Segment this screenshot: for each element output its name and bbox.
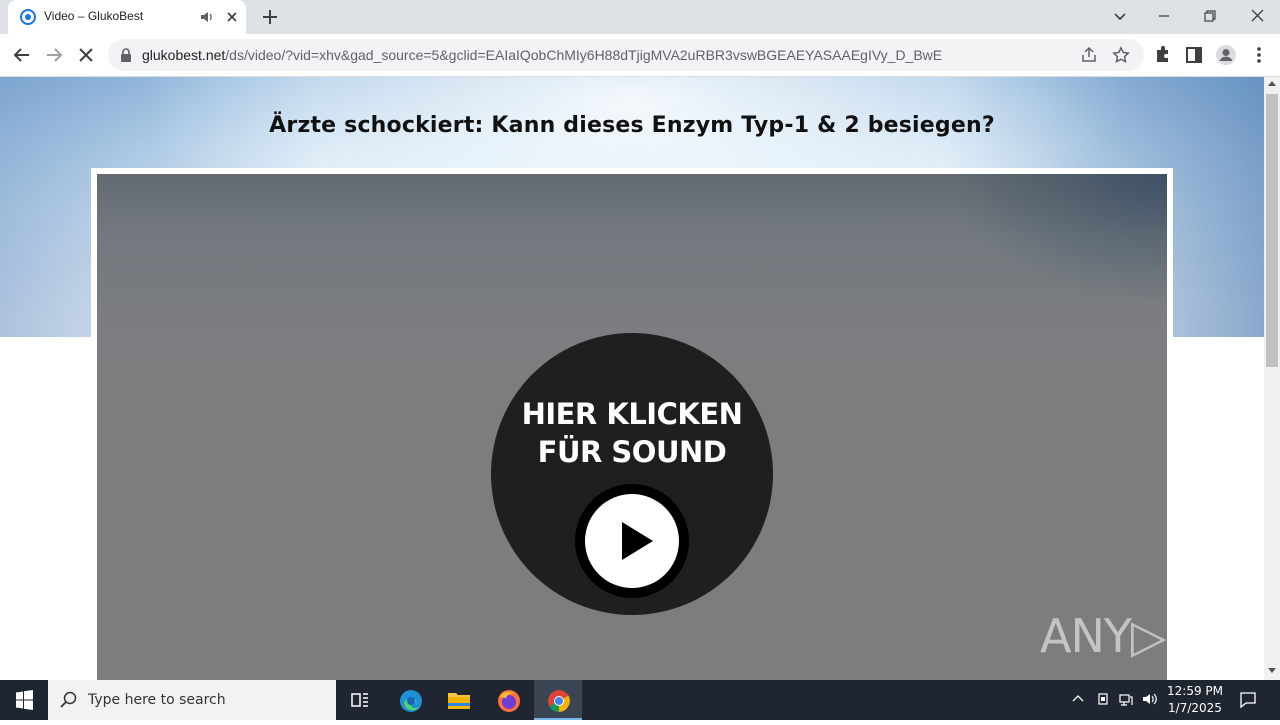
- page-headline: Ärzte schockiert: Kann dieses Enzym Typ-…: [269, 113, 995, 138]
- search-icon: [60, 691, 77, 708]
- menu-icon[interactable]: [1248, 44, 1270, 66]
- play-button[interactable]: [575, 484, 689, 598]
- extensions-icon[interactable]: [1151, 44, 1173, 66]
- profile-icon[interactable]: [1215, 44, 1237, 66]
- clock-time: 12:59 PM: [1167, 684, 1223, 698]
- clock-date: 1/7/2025: [1168, 701, 1222, 715]
- tab-title: Video – GlukoBest: [44, 9, 144, 23]
- taskview-icon: [351, 693, 368, 707]
- video-player[interactable]: HIER KLICKEN FÜR SOUND: [97, 174, 1167, 680]
- anyrun-watermark: ANY▷RUN: [1040, 609, 1263, 663]
- star-icon[interactable]: [1112, 46, 1130, 64]
- chevron-up-icon[interactable]: [1070, 691, 1086, 707]
- explorer-icon: [448, 693, 470, 709]
- windows-taskbar: Type here to search 12:59 PM 1/7/2025: [0, 680, 1280, 720]
- edge-button[interactable]: [386, 680, 434, 720]
- scroll-down-arrow-icon[interactable]: [1268, 668, 1276, 673]
- windows-icon: [16, 690, 33, 710]
- scroll-thumb[interactable]: [1266, 94, 1278, 367]
- restore-icon[interactable]: [1198, 5, 1222, 27]
- close-icon[interactable]: [224, 9, 240, 25]
- speaker-icon[interactable]: [200, 9, 214, 25]
- search-placeholder: Type here to search: [88, 692, 226, 708]
- file-explorer-button[interactable]: [434, 680, 482, 720]
- taskbar-clock[interactable]: 12:59 PM 1/7/2025: [1162, 683, 1228, 717]
- share-icon[interactable]: [1080, 46, 1098, 64]
- firefox-icon: [498, 690, 520, 712]
- sound-label-line1: HIER KLICKEN: [521, 397, 743, 431]
- page-viewport: Ärzte schockiert: Kann dieses Enzym Typ-…: [0, 77, 1264, 680]
- scroll-up-arrow-icon[interactable]: [1268, 81, 1276, 86]
- video-frame: HIER KLICKEN FÜR SOUND: [91, 168, 1173, 680]
- sound-label: HIER KLICKEN FÜR SOUND: [491, 395, 773, 471]
- tab-strip: Video – GlukoBest: [0, 0, 1280, 34]
- lock-icon[interactable]: [120, 48, 132, 62]
- tab-video-glukobest[interactable]: Video – GlukoBest: [8, 0, 246, 34]
- url-host: glukobest.net: [142, 47, 226, 63]
- edge-icon: [400, 690, 422, 712]
- address-bar[interactable]: glukobest.net/ds/video/?vid=xhv&gad_sour…: [108, 39, 1144, 71]
- play-button-face: [585, 494, 679, 588]
- chrome-button[interactable]: [534, 680, 582, 720]
- start-button[interactable]: [0, 680, 48, 720]
- play-icon: [622, 522, 653, 560]
- sound-label-line2: FÜR SOUND: [537, 435, 727, 469]
- stop-icon[interactable]: [75, 44, 97, 66]
- window-close-icon[interactable]: [1245, 5, 1269, 27]
- url-text[interactable]: glukobest.net/ds/video/?vid=xhv&gad_sour…: [142, 47, 942, 63]
- firefox-button[interactable]: [484, 680, 532, 720]
- sidepanel-icon[interactable]: [1183, 44, 1205, 66]
- notification-icon[interactable]: [1238, 690, 1258, 710]
- device-icon[interactable]: [1095, 691, 1111, 707]
- taskbar-search-box[interactable]: Type here to search: [48, 680, 336, 720]
- chrome-icon: [548, 690, 570, 712]
- url-path: /ds/video/?vid=xhv&gad_source=5&gclid=EA…: [225, 47, 943, 63]
- forward-icon[interactable]: [43, 44, 65, 66]
- chrome-favicon-icon: [20, 9, 36, 25]
- click-for-sound-button[interactable]: HIER KLICKEN FÜR SOUND: [491, 333, 773, 615]
- plus-icon[interactable]: [260, 7, 280, 27]
- back-icon[interactable]: [11, 44, 33, 66]
- minimize-icon[interactable]: [1152, 5, 1176, 27]
- volume-icon[interactable]: [1142, 691, 1158, 707]
- tab-search-chevron-icon[interactable]: [1108, 5, 1132, 27]
- network-icon[interactable]: [1118, 691, 1134, 707]
- taskview-button[interactable]: [336, 680, 384, 720]
- browser-toolbar: glukobest.net/ds/video/?vid=xhv&gad_sour…: [0, 34, 1280, 77]
- page-scrollbar[interactable]: [1264, 77, 1280, 680]
